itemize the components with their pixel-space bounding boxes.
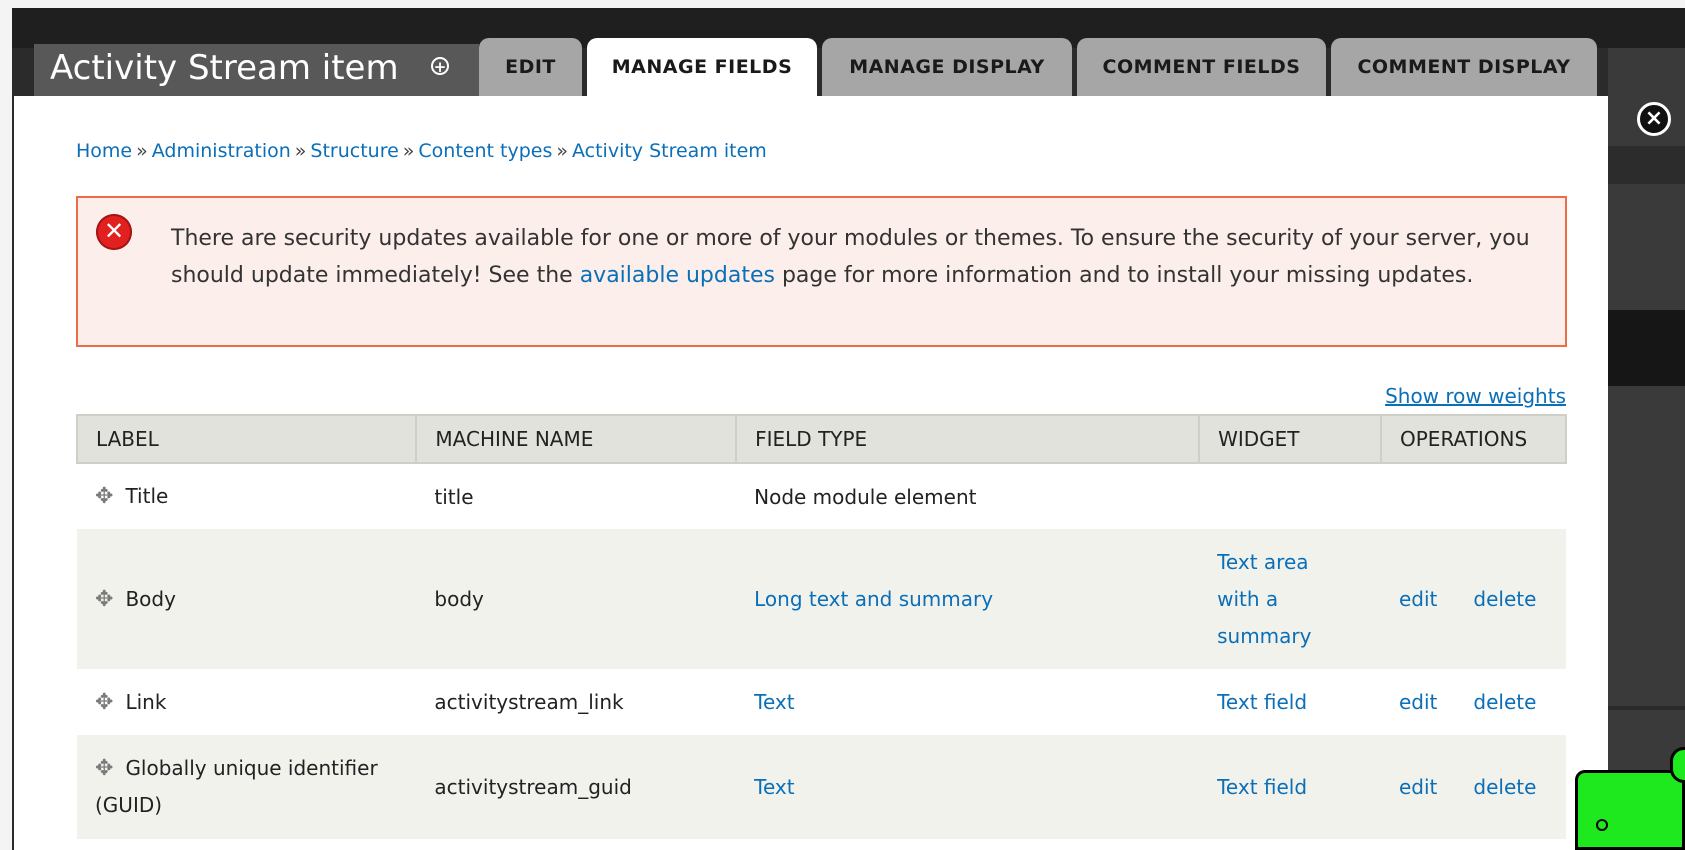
tab-label: COMMENT DISPLAY	[1357, 56, 1571, 78]
widget-cell: Text area with a summary	[1199, 529, 1381, 669]
field-type-cell: Node module element	[736, 463, 1200, 529]
breadcrumb: Home» Administration» Structure» Content ty…	[76, 140, 767, 162]
column-header-label: LABEL	[75, 414, 418, 464]
field-label: Body	[125, 586, 176, 611]
breadcrumb-separator: »	[556, 140, 568, 162]
breadcrumb-separator: »	[294, 140, 307, 162]
background-band	[1608, 146, 1685, 184]
column-header-machine-name: MACHINE NAME	[415, 414, 738, 464]
drag-handle-icon[interactable]: ✥	[95, 484, 113, 509]
table-row: ✥ Title title Node module element	[77, 463, 1566, 529]
machine-name-cell: title	[416, 463, 737, 529]
machine-name-cell: activitystream_link	[416, 669, 737, 735]
delete-link[interactable]: delete	[1473, 775, 1536, 799]
tab-label: EDIT	[505, 56, 556, 78]
widget-cell: Text field	[1199, 735, 1381, 839]
tab-manage-fields[interactable]: MANAGE FIELDS	[587, 38, 817, 96]
field-label: Title	[125, 484, 169, 508]
tab-label: MANAGE DISPLAY	[849, 56, 1045, 78]
breadcrumb-separator: »	[402, 140, 415, 162]
drag-handle-icon[interactable]: ✥	[95, 756, 113, 781]
label-cell: ✥ Globally unique identifier (GUID)	[77, 735, 417, 839]
field-type-link[interactable]: Text	[754, 690, 794, 714]
drag-handle-icon[interactable]: ✥	[95, 587, 113, 612]
table-row: ✥ Globally unique identifier (GUID) activ…	[77, 735, 1566, 839]
table-header-row: LABEL MACHINE NAME FIELD TYPE WIDGET OPE…	[75, 414, 1567, 464]
widget-cell	[1199, 463, 1381, 529]
field-type-link[interactable]: Long text and summary	[754, 587, 993, 611]
operations-cell: edit delete	[1381, 529, 1566, 669]
field-type-link[interactable]: Text	[754, 775, 794, 799]
field-type-cell: Text	[736, 735, 1200, 839]
breadcrumb-home[interactable]: Home	[76, 140, 132, 162]
label-cell: ✥ Link	[77, 669, 417, 735]
background-band	[1608, 706, 1685, 710]
breadcrumb-structure[interactable]: Structure	[310, 140, 398, 162]
security-alert: ✕ There are security updates available f…	[76, 196, 1567, 347]
tab-manage-display[interactable]: MANAGE DISPLAY	[822, 38, 1072, 96]
fields-table: LABEL MACHINE NAME FIELD TYPE WIDGET OPE…	[75, 414, 1567, 839]
mascot-widget[interactable]	[1575, 747, 1685, 850]
tab-comment-fields[interactable]: COMMENT FIELDS	[1077, 38, 1326, 96]
breadcrumb-separator: »	[136, 140, 148, 162]
tab-edit[interactable]: EDIT	[479, 38, 582, 96]
edit-link[interactable]: edit	[1399, 690, 1437, 714]
background-band	[1608, 310, 1685, 386]
edit-link[interactable]: edit	[1399, 775, 1437, 799]
column-header-operations: OPERATIONS	[1380, 414, 1567, 464]
widget-cell: Text field	[1199, 669, 1381, 735]
table-row: ✥ Link activitystream_link Text Text fiel…	[77, 669, 1566, 735]
breadcrumb-content-types[interactable]: Content types	[418, 140, 552, 162]
mascot-eye	[1596, 819, 1608, 831]
machine-name-cell: activitystream_guid	[416, 735, 737, 839]
tab-label: MANAGE FIELDS	[611, 56, 793, 78]
breadcrumb-administration[interactable]: Administration	[152, 140, 291, 162]
background-page	[1608, 48, 1685, 850]
field-label: Link	[125, 689, 167, 714]
operations-cell: edit delete	[1381, 735, 1566, 839]
label-cell: ✥ Title	[77, 463, 417, 529]
add-shortcut-icon[interactable]: +	[431, 57, 449, 76]
tab-label: COMMENT FIELDS	[1102, 56, 1301, 78]
alert-text-after: page for more information and to install…	[774, 263, 1474, 288]
field-type-cell: Text	[736, 669, 1200, 735]
widget-link[interactable]: Text area with a summary	[1217, 544, 1337, 655]
operations-cell	[1381, 463, 1566, 529]
delete-link[interactable]: delete	[1473, 587, 1536, 611]
breadcrumb-activity-stream-item[interactable]: Activity Stream item	[572, 140, 767, 162]
field-label: Globally unique identifier (GUID)	[95, 756, 378, 817]
show-row-weights-link[interactable]: Show row weights	[1385, 384, 1566, 408]
table-row: ✥ Body body Long text and summary Text ar…	[77, 529, 1566, 669]
operations-cell: edit delete	[1381, 669, 1566, 735]
page-title: Activity Stream item	[50, 48, 399, 88]
tab-comment-display[interactable]: COMMENT DISPLAY	[1331, 38, 1597, 96]
available-updates-link[interactable]: available updates	[580, 263, 775, 288]
column-header-widget: WIDGET	[1198, 414, 1382, 464]
machine-name-cell: body	[416, 529, 737, 669]
column-header-field-type: FIELD TYPE	[735, 414, 1201, 464]
widget-link[interactable]: Text field	[1217, 775, 1307, 799]
delete-link[interactable]: delete	[1473, 690, 1536, 714]
drag-handle-icon[interactable]: ✥	[95, 690, 113, 715]
close-icon[interactable]: ×	[1637, 102, 1671, 136]
alert-message: There are security updates available for…	[171, 220, 1551, 294]
edit-link[interactable]: edit	[1399, 587, 1437, 611]
widget-link[interactable]: Text field	[1217, 690, 1307, 714]
field-type-cell: Long text and summary	[736, 529, 1200, 669]
mascot-ear	[1670, 747, 1685, 783]
label-cell: ✥ Body	[77, 529, 417, 669]
error-icon: ✕	[96, 214, 132, 250]
